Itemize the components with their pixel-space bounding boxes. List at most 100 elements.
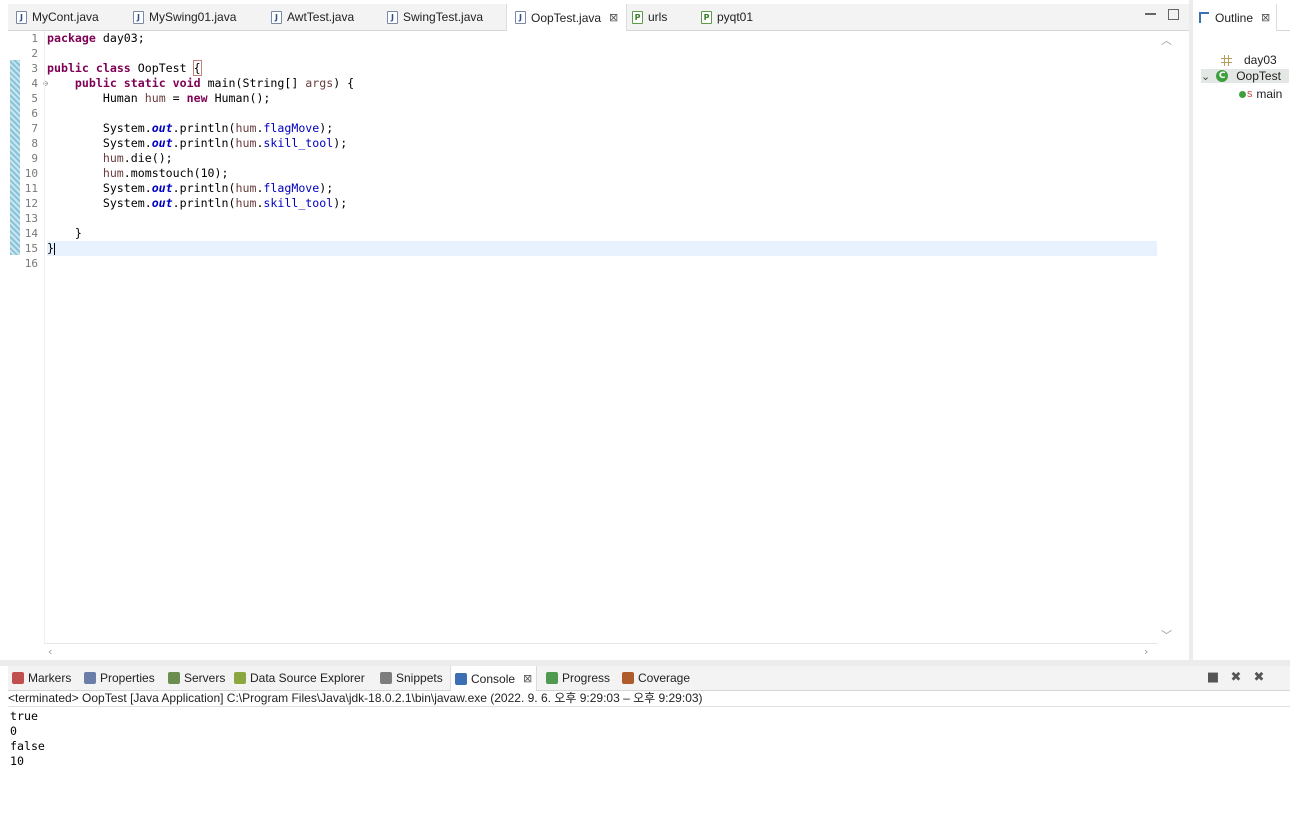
outline-tab-bar: Outline ⊠ xyxy=(1193,4,1290,31)
code-line[interactable] xyxy=(47,46,1157,61)
code-line[interactable]: System.out.println(hum.skill_tool); xyxy=(47,136,1157,151)
line-number: 15 xyxy=(24,242,38,255)
close-tab-icon[interactable]: ⊠ xyxy=(523,672,532,685)
progress-icon xyxy=(546,672,558,684)
tab-label: Coverage xyxy=(638,671,691,685)
servers-icon xyxy=(168,672,180,684)
code-area[interactable]: package day03; public class OopTest { pub… xyxy=(47,31,1157,271)
code-line[interactable]: } xyxy=(47,241,1157,256)
gutter-separator xyxy=(44,31,45,643)
tab-console[interactable]: Console ⊠ xyxy=(450,666,538,691)
bottom-tab-bar: Markers Properties Servers Data Source Expl… xyxy=(8,666,1290,691)
tab-markers[interactable]: Markers xyxy=(12,666,71,690)
tab-coverage[interactable]: Coverage xyxy=(622,666,690,690)
markers-icon xyxy=(12,672,24,684)
terminate-icon[interactable]: ■ xyxy=(1206,671,1220,685)
scroll-right-icon[interactable]: › xyxy=(1144,645,1148,658)
console-status: <terminated> OopTest [Java Application] … xyxy=(8,690,1290,707)
snippets-icon xyxy=(380,672,392,684)
tab-properties[interactable]: Properties xyxy=(84,666,155,690)
code-line[interactable]: System.out.println(hum.skill_tool); xyxy=(47,196,1157,211)
tab-label: Servers xyxy=(184,671,226,685)
chevron-down-icon[interactable]: ⌄ xyxy=(1201,70,1210,83)
tab-myswing01[interactable]: J MySwing01.java xyxy=(133,4,236,30)
editor-tab-bar: J MyCont.java J MySwing01.java J AwtTest… xyxy=(8,4,1189,31)
tab-snippets[interactable]: Snippets xyxy=(380,666,443,690)
java-file-icon: J xyxy=(16,10,27,24)
minimize-icon[interactable] xyxy=(1145,9,1156,15)
code-line[interactable]: hum.die(); xyxy=(47,151,1157,166)
scroll-down-icon[interactable]: ﹀ xyxy=(1161,627,1172,643)
line-number: 2 xyxy=(31,47,38,60)
code-line[interactable] xyxy=(47,106,1157,121)
line-number: 11 xyxy=(24,182,38,195)
tab-outline[interactable]: Outline ⊠ xyxy=(1193,4,1278,31)
vertical-scrollbar[interactable]: ︿ ﹀ xyxy=(1158,31,1174,643)
code-line[interactable]: } xyxy=(47,226,1157,241)
scroll-up-icon[interactable]: ︿ xyxy=(1161,32,1172,48)
tab-urls[interactable]: P urls xyxy=(632,4,667,30)
outline-item-label: day03 xyxy=(1244,53,1277,67)
tab-label: Properties xyxy=(100,671,155,685)
code-line[interactable] xyxy=(47,211,1157,226)
coverage-icon xyxy=(622,672,634,684)
line-number: 3 xyxy=(31,62,38,75)
code-line[interactable]: public class OopTest { xyxy=(47,60,1157,76)
console-output-line: false xyxy=(10,739,45,753)
code-line[interactable] xyxy=(47,256,1157,271)
java-file-icon: J xyxy=(387,10,398,24)
outline-title: Outline xyxy=(1215,10,1254,25)
scroll-left-icon[interactable]: ‹ xyxy=(48,645,52,658)
data-source-icon xyxy=(234,672,246,684)
tab-pyqt01[interactable]: P pyqt01 xyxy=(701,4,753,30)
code-line[interactable]: hum.momstouch(10); xyxy=(47,166,1157,181)
line-number: 4 xyxy=(31,77,38,90)
tab-label: Data Source Explorer xyxy=(250,671,365,685)
outline-item-method[interactable]: S main xyxy=(1239,87,1282,101)
tab-label: Markers xyxy=(28,671,72,685)
java-file-icon: J xyxy=(515,11,526,24)
line-number: 13 xyxy=(24,212,38,225)
tab-label: urls xyxy=(648,10,668,24)
class-icon: C xyxy=(1216,70,1229,82)
line-number-ruler: 1 2 3 4 ⊖ 5 6 7 8 9 10 11 12 13 14 15 16 xyxy=(20,31,48,271)
outline-view-icon xyxy=(1199,12,1209,23)
line-number: 1 xyxy=(31,32,38,45)
code-line[interactable]: package day03; xyxy=(47,31,1157,46)
tab-label: Console xyxy=(471,671,516,686)
tab-swingtest[interactable]: J SwingTest.java xyxy=(387,4,483,30)
code-line[interactable]: Human hum = new Human(); xyxy=(47,91,1157,106)
tab-progress[interactable]: Progress xyxy=(546,666,610,690)
remove-all-terminated-icon[interactable]: ✖ xyxy=(1252,671,1266,685)
outline-item-class[interactable]: ⌄ C OopTest xyxy=(1201,69,1289,83)
outline-item-label: OopTest xyxy=(1236,69,1281,83)
console-output-line: 0 xyxy=(10,724,17,738)
tab-data-source-explorer[interactable]: Data Source Explorer xyxy=(234,666,365,690)
tab-label: AwtTest.java xyxy=(287,10,355,24)
console-output-line: true xyxy=(10,709,38,723)
console-icon xyxy=(455,672,467,685)
tab-awttest[interactable]: J AwtTest.java xyxy=(271,4,354,30)
python-file-icon: P xyxy=(632,10,643,24)
close-tab-icon[interactable]: ⊠ xyxy=(1261,11,1270,24)
code-line[interactable]: System.out.println(hum.flagMove); xyxy=(47,181,1157,196)
java-file-icon: J xyxy=(133,10,144,24)
close-tab-icon[interactable]: ⊠ xyxy=(609,11,618,24)
outline-tree: day03 ⌄ C OopTest S main xyxy=(1193,31,1290,660)
tab-mycont[interactable]: J MyCont.java xyxy=(16,4,99,30)
console-output[interactable]: true 0 false 10 xyxy=(10,709,1280,769)
code-line[interactable]: public static void main(String[] args) { xyxy=(47,76,1157,91)
horizontal-scrollbar[interactable]: ‹ › xyxy=(44,643,1158,660)
java-file-icon: J xyxy=(271,10,282,24)
line-number-with-fold: 4 ⊖ xyxy=(20,76,48,91)
outline-item-package[interactable]: day03 xyxy=(1221,53,1277,67)
console-output-line: 10 xyxy=(10,754,24,768)
remove-launch-icon[interactable]: ✖ xyxy=(1229,671,1243,685)
outline-item-label: main xyxy=(1256,87,1283,101)
tab-ooptest[interactable]: J OopTest.java ⊠ xyxy=(506,4,628,31)
line-number: 5 xyxy=(31,92,38,105)
line-number: 10 xyxy=(24,167,38,180)
maximize-icon[interactable] xyxy=(1168,9,1179,20)
tab-servers[interactable]: Servers xyxy=(168,666,225,690)
code-line[interactable]: System.out.println(hum.flagMove); xyxy=(47,121,1157,136)
